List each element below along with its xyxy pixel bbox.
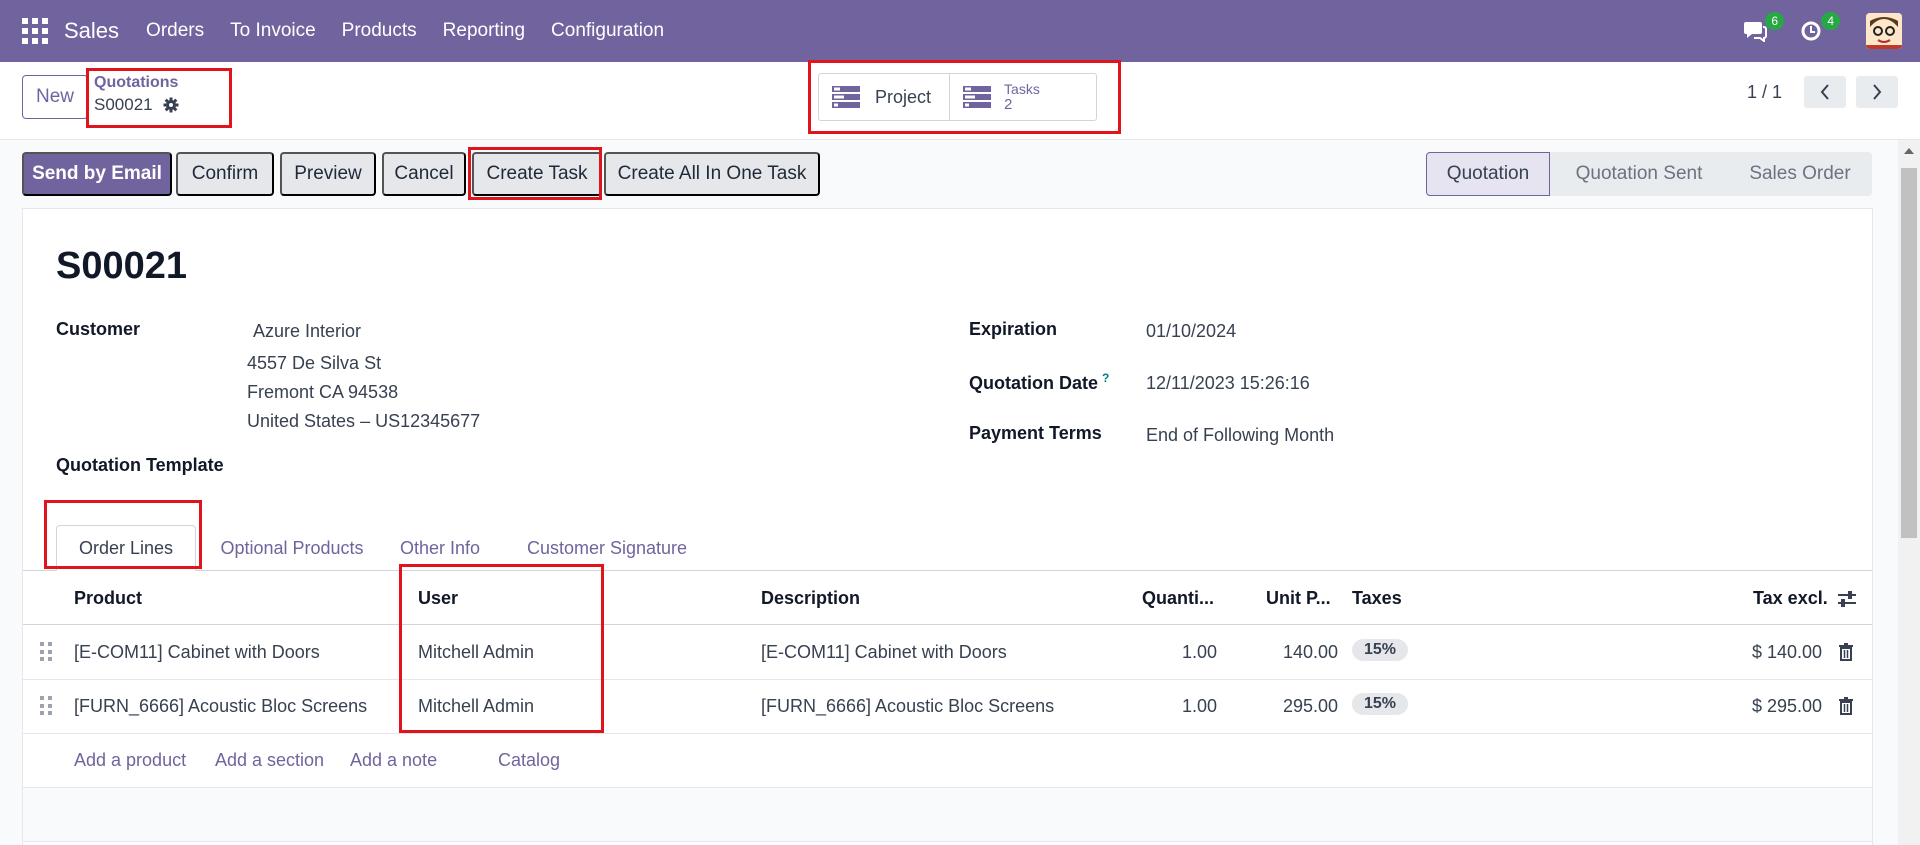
scroll-up-icon[interactable]: [1904, 148, 1914, 154]
row-subtotal: $ 295.00: [1752, 696, 1823, 716]
expiration-label: Expiration: [969, 319, 1058, 339]
optional-columns-icon[interactable]: [1837, 589, 1857, 609]
chevron-left-icon: [1820, 84, 1829, 100]
drag-handle-icon[interactable]: [40, 696, 52, 716]
user-avatar[interactable]: [1866, 13, 1902, 49]
chat-icon: [1744, 22, 1767, 42]
expiration-field[interactable]: 01/10/2024: [1146, 321, 1236, 342]
new-button[interactable]: New: [22, 75, 88, 119]
customer-address-line3: United States – US12345677: [247, 411, 481, 431]
quotation-template-label: Quotation Template: [56, 455, 224, 475]
form-sheet: S00021 Customer Azure Interior 4557 De S…: [22, 208, 1873, 845]
stage-quotation-sent[interactable]: Quotation Sent: [1550, 152, 1728, 196]
row-quantity[interactable]: 1.00: [1182, 696, 1217, 717]
trash-icon[interactable]: [1839, 697, 1853, 715]
row-description[interactable]: [E-COM11] Cabinet with Doors: [761, 642, 1007, 663]
tax-badge[interactable]: 15%: [1352, 639, 1409, 661]
row-subtotal: $ 140.00: [1752, 642, 1823, 662]
cancel-button[interactable]: Cancel: [382, 152, 466, 196]
order-lines-header: Product User Description Quanti... Unit …: [23, 572, 1872, 625]
messages-badge: 6: [1765, 12, 1784, 30]
stage-sales-order[interactable]: Sales Order: [1728, 152, 1872, 196]
create-all-in-one-task-button[interactable]: Create All In One Task: [604, 152, 820, 196]
scroll-thumb[interactable]: [1901, 168, 1917, 538]
tax-badge[interactable]: 15%: [1352, 693, 1409, 715]
activities-button[interactable]: 4: [1796, 12, 1840, 46]
menu-reporting[interactable]: Reporting: [430, 20, 538, 42]
quotation-date-label: Quotation Date?: [969, 371, 1109, 394]
col-unit-price[interactable]: Unit P...: [1266, 588, 1331, 609]
menu-configuration[interactable]: Configuration: [538, 20, 677, 42]
menu-to-invoice[interactable]: To Invoice: [217, 20, 329, 42]
tab-optional-products[interactable]: Optional Products: [211, 525, 373, 571]
top-navbar: Sales Orders To Invoice Products Reporti…: [0, 0, 1920, 62]
row-unit-price[interactable]: 140.00: [1283, 642, 1338, 663]
action-row: Send by Email Confirm Preview Cancel Cre…: [22, 152, 1872, 196]
add-product-link[interactable]: Add a product: [74, 750, 186, 771]
scrollbar[interactable]: [1898, 140, 1920, 845]
menu-orders[interactable]: Orders: [133, 20, 217, 42]
add-section-link[interactable]: Add a section: [215, 750, 324, 771]
chevron-right-icon: [1873, 84, 1882, 100]
row-product[interactable]: [E-COM11] Cabinet with Doors: [74, 642, 320, 663]
row-quantity[interactable]: 1.00: [1182, 642, 1217, 663]
col-product[interactable]: Product: [74, 588, 142, 609]
menu-products[interactable]: Products: [329, 20, 430, 42]
pager-previous-button[interactable]: [1804, 76, 1846, 108]
empty-row: [23, 788, 1872, 842]
row-description[interactable]: [FURN_6666] Acoustic Bloc Screens: [761, 696, 1054, 717]
highlight-order-lines-tab: [44, 500, 202, 569]
customer-address-line1: 4557 De Silva St: [247, 353, 382, 373]
highlight-smart-buttons: [808, 60, 1121, 134]
customer-label: Customer: [56, 319, 141, 339]
col-taxes[interactable]: Taxes: [1352, 588, 1402, 609]
record-title: S00021: [56, 245, 188, 287]
pager-value[interactable]: 1 / 1: [1747, 82, 1782, 103]
row-unit-price[interactable]: 295.00: [1283, 696, 1338, 717]
preview-button[interactable]: Preview: [280, 152, 376, 196]
activities-badge: 4: [1821, 12, 1840, 30]
add-note-link[interactable]: Add a note: [350, 750, 437, 771]
help-tooltip-icon[interactable]: ?: [1102, 371, 1109, 385]
payment-terms-field[interactable]: End of Following Month: [1146, 425, 1334, 446]
customer-address-line2: Fremont CA 94538: [247, 382, 399, 402]
pager: 1 / 1: [1747, 76, 1898, 108]
pager-next-button[interactable]: [1856, 76, 1898, 108]
add-line-actions: Add a product Add a section Add a note C…: [23, 734, 1872, 788]
col-subtotal[interactable]: Tax excl.: [1753, 588, 1828, 609]
notebook-tabs: Order Lines Optional Products Other Info…: [23, 517, 1872, 571]
row-product[interactable]: [FURN_6666] Acoustic Bloc Screens: [74, 696, 367, 717]
highlight-breadcrumb: [86, 68, 232, 128]
app-name[interactable]: Sales: [64, 18, 119, 44]
table-row[interactable]: [FURN_6666] Acoustic Bloc Screens Mitche…: [23, 680, 1872, 734]
table-row[interactable]: [E-COM11] Cabinet with Doors Mitchell Ad…: [23, 626, 1872, 680]
customer-field[interactable]: Azure Interior: [253, 321, 361, 342]
catalog-link[interactable]: Catalog: [498, 750, 560, 771]
confirm-button[interactable]: Confirm: [176, 152, 274, 196]
drag-handle-icon[interactable]: [40, 642, 52, 662]
messages-button[interactable]: 6: [1740, 12, 1784, 46]
payment-terms-label: Payment Terms: [969, 423, 1102, 443]
quotation-date-label-text: Quotation Date: [969, 373, 1098, 393]
clock-icon: [1801, 21, 1821, 41]
quotation-date-field[interactable]: 12/11/2023 15:26:16: [1146, 373, 1310, 394]
stage-quotation[interactable]: Quotation: [1426, 152, 1550, 196]
highlight-create-task: [468, 147, 602, 200]
app-menu-icon[interactable]: [22, 18, 48, 44]
status-bar: Quotation Quotation Sent Sales Order: [1426, 152, 1872, 196]
highlight-user-column: [399, 564, 604, 733]
col-quantity[interactable]: Quanti...: [1142, 588, 1214, 609]
trash-icon[interactable]: [1839, 643, 1853, 661]
col-description[interactable]: Description: [761, 588, 860, 609]
send-by-email-button[interactable]: Send by Email: [22, 152, 172, 196]
